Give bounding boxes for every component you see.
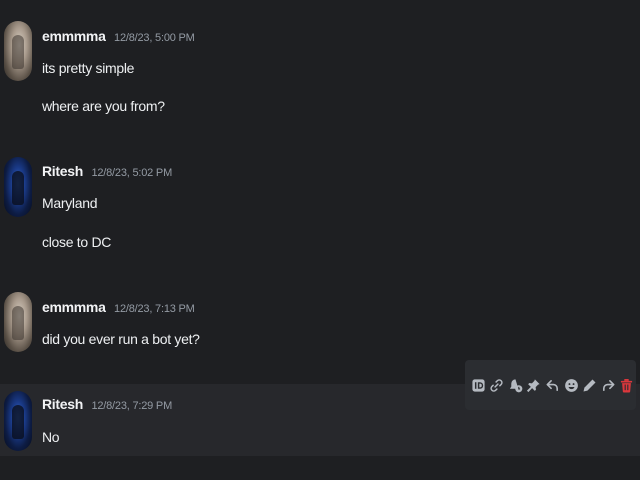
- username[interactable]: emmmma: [42, 299, 106, 315]
- username[interactable]: emmmma: [42, 28, 106, 44]
- link-icon: [490, 378, 503, 392]
- message-text: close to DC: [42, 234, 112, 250]
- pin-button[interactable]: [525, 373, 544, 397]
- username[interactable]: Ritesh: [42, 163, 83, 179]
- message-text: did you ever run a bot yet?: [42, 331, 200, 347]
- pin-icon: [527, 378, 541, 392]
- delete-button[interactable]: [618, 373, 637, 397]
- edit-button[interactable]: [580, 373, 599, 397]
- timestamp: 12/8/23, 7:29 PM: [91, 400, 173, 412]
- message-header: emmmma 12/8/23, 7:13 PM: [42, 299, 195, 317]
- reply-icon: [546, 379, 559, 391]
- timestamp: 12/8/23, 7:13 PM: [114, 303, 195, 315]
- forward-icon: [602, 379, 615, 391]
- message-header: Ritesh 12/8/23, 7:29 PM: [42, 396, 172, 414]
- timestamp: 12/8/23, 5:02 PM: [91, 167, 173, 179]
- message-header: emmmma 12/8/23, 5:00 PM: [42, 28, 195, 46]
- avatar[interactable]: [4, 157, 32, 217]
- avatar[interactable]: [4, 292, 32, 352]
- emoji-icon: [564, 378, 578, 392]
- forward-button[interactable]: [599, 373, 618, 397]
- message-text: its pretty simple: [42, 60, 135, 76]
- copy-id-button[interactable]: [469, 373, 488, 397]
- message-header: Ritesh 12/8/23, 5:02 PM: [42, 163, 172, 181]
- chat-messages: emmmma 12/8/23, 5:00 PM its pretty simpl…: [0, 0, 640, 480]
- id-icon: [472, 378, 485, 392]
- message-actions-toolbar: [465, 360, 636, 410]
- delete-icon: [621, 378, 633, 392]
- copy-link-button[interactable]: [488, 373, 507, 397]
- edit-icon: [583, 379, 596, 391]
- avatar[interactable]: [4, 21, 32, 81]
- remind-me-button[interactable]: [506, 373, 525, 397]
- avatar[interactable]: [4, 391, 32, 451]
- reply-button[interactable]: [543, 373, 562, 397]
- message-group: emmmma 12/8/23, 5:00 PM its pretty simpl…: [0, 0, 640, 140]
- message-group: Ritesh 12/8/23, 5:02 PM Maryland close t…: [0, 140, 640, 280]
- add-reaction-button[interactable]: [562, 373, 581, 397]
- timestamp: 12/8/23, 5:00 PM: [114, 32, 195, 44]
- message-text: Maryland: [42, 195, 98, 211]
- reminder-icon: [509, 378, 523, 392]
- message-text: where are you from?: [42, 98, 165, 114]
- message-text: No: [42, 429, 60, 445]
- username[interactable]: Ritesh: [42, 396, 83, 412]
